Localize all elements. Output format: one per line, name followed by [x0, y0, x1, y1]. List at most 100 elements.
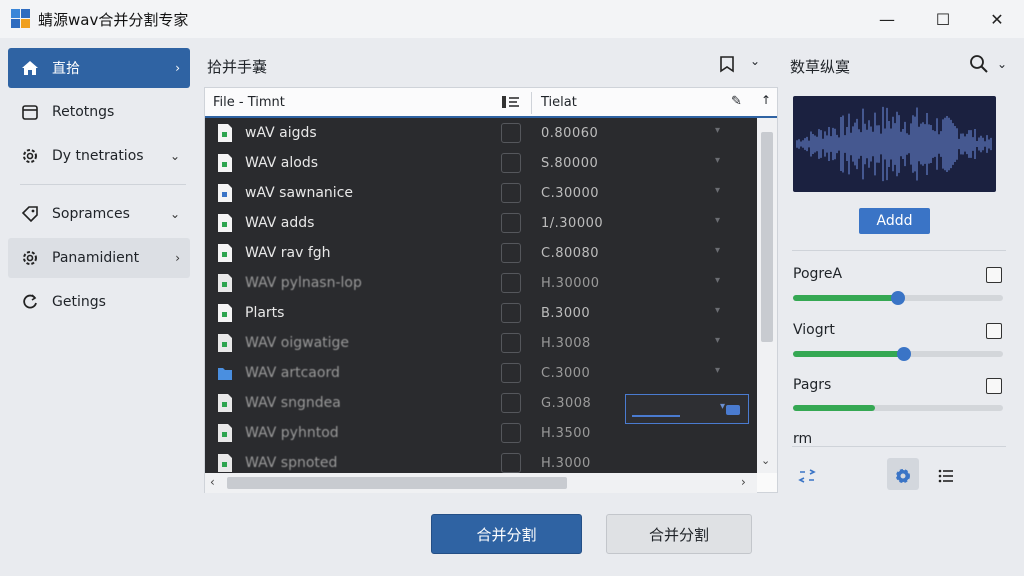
wav-file-icon — [218, 334, 232, 352]
home-icon — [20, 58, 40, 78]
params-panel-title: 数草纵寞 — [790, 58, 851, 76]
table-row[interactable]: WAV oigwatige H.3008 ▾ — [205, 328, 757, 358]
app-logo-icon — [11, 9, 30, 28]
scroll-down-icon[interactable]: ⌄ — [761, 454, 770, 467]
column-picker-icon[interactable] — [501, 94, 521, 110]
sidebar-item-sopramces[interactable]: Sopramces ⌄ — [8, 194, 190, 234]
wav-file-icon — [218, 124, 232, 142]
file-list: File - Timnt Tielat ✎ ↑ wAV aigds 0.8006… — [204, 87, 778, 493]
row-dropdown-icon[interactable]: ▾ — [715, 155, 720, 166]
vertical-scroll-thumb[interactable] — [761, 132, 773, 342]
row-dropdown-icon[interactable]: ▾ — [715, 275, 720, 286]
row-checkbox[interactable] — [501, 183, 521, 203]
table-row[interactable]: WAV rav fgh C.80080 ▾ — [205, 238, 757, 268]
row-dropdown-icon[interactable]: ▾ — [715, 215, 720, 226]
row-dropdown-icon[interactable]: ▾ — [715, 365, 720, 376]
param-label: Pagrs — [793, 377, 832, 393]
inline-dropdown-editor[interactable]: ▾ — [625, 394, 749, 424]
merge-split-secondary-button[interactable]: 合并分割 — [606, 514, 752, 554]
search-icon[interactable] — [969, 54, 989, 74]
sidebar-divider — [20, 184, 186, 185]
row-dropdown-icon[interactable]: ▾ — [715, 185, 720, 196]
row-checkbox[interactable] — [501, 153, 521, 173]
column-header-time[interactable]: Tielat — [541, 95, 577, 110]
param-checkbox[interactable] — [986, 267, 1002, 283]
refresh-gear-icon — [20, 292, 40, 312]
chevron-right-icon: › — [175, 61, 180, 75]
param-slider[interactable] — [793, 405, 1003, 411]
table-row[interactable]: WAV artcaord C.3000 ▾ — [205, 358, 757, 388]
minimize-button[interactable]: — — [864, 0, 910, 38]
params-divider — [792, 250, 1006, 251]
edit-icon[interactable]: ✎ — [731, 94, 742, 109]
row-dropdown-icon[interactable]: ▾ — [715, 305, 720, 316]
scroll-left-icon[interactable]: ‹ — [210, 475, 215, 489]
chevron-down-icon[interactable]: ⌄ — [750, 54, 760, 68]
table-row[interactable]: WAV pylnasn-lop H.30000 ▾ — [205, 268, 757, 298]
file-panel-header: 拾并手嚢 ⌄ — [205, 50, 775, 80]
horizontal-scroll-thumb[interactable] — [227, 477, 567, 489]
sidebar-item-dy-tnetratios[interactable]: Dy tnetratios ⌄ — [8, 136, 190, 176]
close-button[interactable]: ✕ — [974, 0, 1020, 38]
row-checkbox[interactable] — [501, 303, 521, 323]
vertical-scrollbar[interactable]: ⌄ — [757, 118, 777, 473]
params-divider — [792, 446, 1006, 447]
sidebar-item-retotngs[interactable]: Retotngs — [8, 92, 190, 132]
wav-file-icon — [218, 304, 232, 322]
row-checkbox[interactable] — [501, 363, 521, 383]
sidebar-item-home[interactable]: 直拾 › — [8, 48, 190, 88]
row-checkbox[interactable] — [501, 423, 521, 443]
scroll-right-icon[interactable]: › — [741, 475, 746, 489]
chevron-down-icon: ⌄ — [169, 207, 180, 221]
row-dropdown-icon[interactable]: ▾ — [715, 245, 720, 256]
column-header-file[interactable]: File - Timnt — [213, 95, 285, 110]
table-row[interactable]: wAV sawnanice C.30000 ▾ — [205, 178, 757, 208]
slider-handle[interactable] — [891, 291, 905, 305]
add-button[interactable]: Addd — [859, 208, 930, 234]
row-dropdown-icon[interactable]: ▾ — [715, 335, 720, 346]
row-checkbox[interactable] — [501, 453, 521, 473]
save-icon[interactable] — [719, 55, 735, 73]
table-row[interactable]: WAV spnoted H.3000 — [205, 448, 757, 473]
param-checkbox[interactable] — [986, 323, 1002, 339]
gear-icon — [20, 248, 40, 268]
sidebar-item-panamidient[interactable]: Panamidient › — [8, 238, 190, 278]
row-dropdown-icon[interactable]: ▾ — [715, 125, 720, 136]
row-checkbox[interactable] — [501, 213, 521, 233]
chevron-down-icon: ▾ — [720, 401, 726, 412]
row-checkbox[interactable] — [501, 333, 521, 353]
horizontal-scrollbar[interactable]: ‹ › — [205, 473, 757, 493]
file-list-header: File - Timnt Tielat ✎ ↑ — [205, 88, 777, 118]
column-divider — [531, 92, 532, 114]
param-label: rm — [793, 431, 813, 445]
list-icon[interactable] — [934, 464, 958, 488]
table-row[interactable]: Plarts B.3000 ▾ — [205, 298, 757, 328]
chevron-down-icon[interactable]: ⌄ — [997, 57, 1007, 71]
sidebar-item-getings[interactable]: Getings — [8, 282, 190, 322]
file-panel-title: 拾并手嚢 — [207, 58, 268, 76]
row-checkbox[interactable] — [501, 243, 521, 263]
file-list-body: wAV aigds 0.80060 ▾ WAV alods S.80000 ▾ … — [205, 118, 757, 473]
param-checkbox[interactable] — [986, 378, 1002, 394]
chevron-down-icon: ⌄ — [169, 149, 180, 163]
table-row[interactable]: WAV adds 1/.30000 ▾ — [205, 208, 757, 238]
merge-split-primary-button[interactable]: 合并分割 — [431, 514, 582, 554]
row-checkbox[interactable] — [501, 123, 521, 143]
slider-handle[interactable] — [897, 347, 912, 361]
row-checkbox[interactable] — [501, 273, 521, 293]
wav-file-icon — [218, 214, 232, 232]
table-row[interactable]: WAV alods S.80000 ▾ — [205, 148, 757, 178]
gear-icon[interactable] — [891, 464, 915, 488]
row-checkbox[interactable] — [501, 393, 521, 413]
tag-icon — [20, 204, 40, 224]
maximize-button[interactable]: ☐ — [920, 0, 966, 38]
shuffle-icon[interactable] — [795, 464, 819, 488]
wav-file-icon — [218, 274, 232, 292]
chevron-right-icon: › — [175, 251, 180, 265]
sort-up-icon[interactable]: ↑ — [761, 93, 771, 107]
param-slider[interactable] — [793, 291, 1003, 305]
waveform-preview — [793, 96, 996, 192]
param-label: PogreA — [793, 266, 843, 282]
table-row[interactable]: wAV aigds 0.80060 ▾ — [205, 118, 757, 148]
param-slider[interactable] — [793, 347, 1003, 361]
